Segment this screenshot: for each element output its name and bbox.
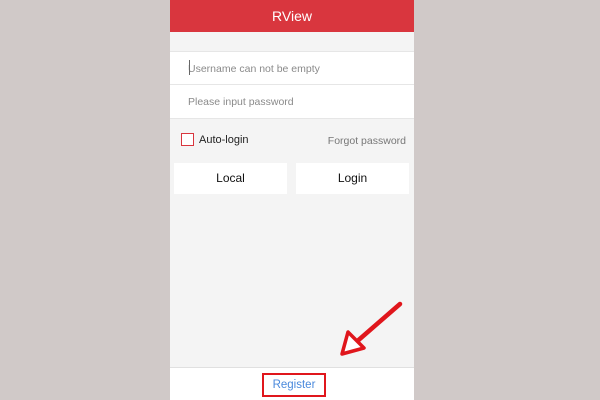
forgot-password-link[interactable]: Forgot password	[328, 134, 406, 148]
auto-login-label[interactable]: Auto-login	[199, 133, 249, 147]
login-button[interactable]: Login	[296, 163, 409, 194]
username-input[interactable]	[188, 52, 408, 86]
text-cursor	[189, 60, 190, 75]
password-field[interactable]	[170, 85, 414, 119]
auto-login-checkbox[interactable]	[181, 133, 194, 146]
password-input[interactable]	[188, 85, 408, 119]
local-button[interactable]: Local	[174, 163, 287, 194]
annotation-arrow-icon	[340, 301, 403, 356]
username-field[interactable]	[170, 51, 414, 86]
app-title: RView	[272, 8, 312, 24]
register-link[interactable]: Register	[262, 373, 326, 397]
app-title-bar: RView	[170, 0, 414, 32]
